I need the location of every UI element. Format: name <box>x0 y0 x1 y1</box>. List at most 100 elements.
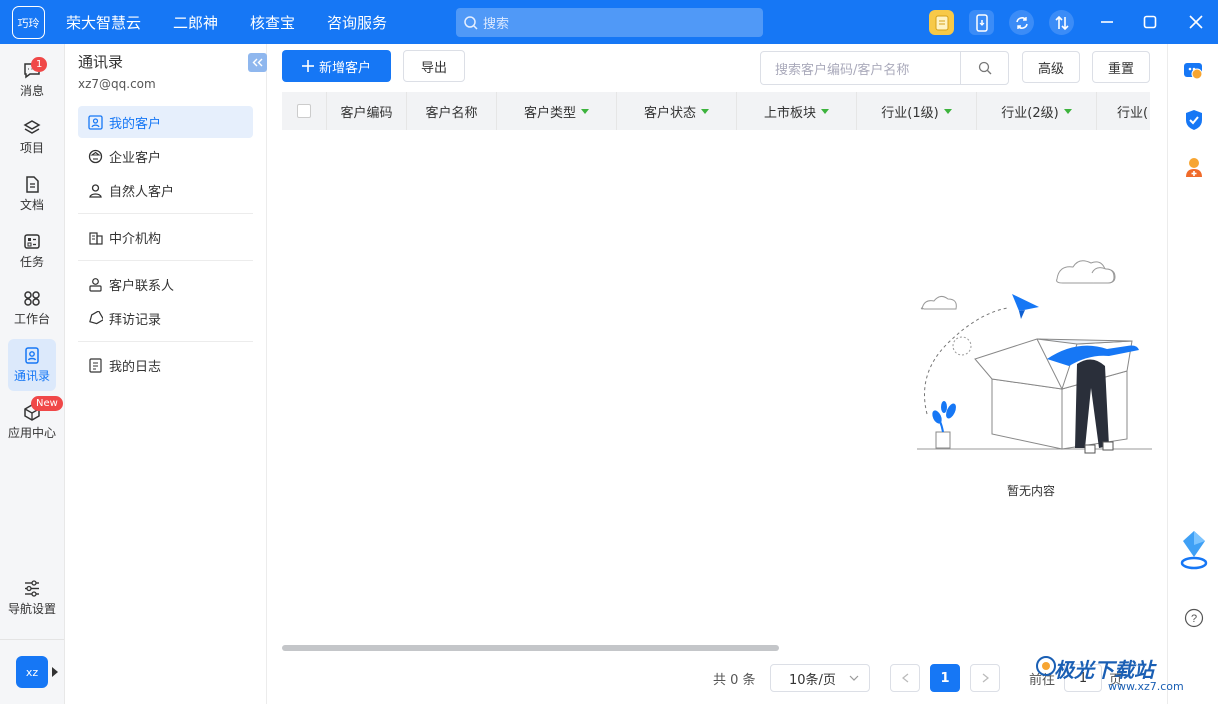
filter-caret-icon[interactable] <box>581 108 589 114</box>
help-icon[interactable]: ? <box>1182 606 1206 630</box>
top-bar: 巧玲 荣大智慧云 二郎神 核查宝 咨询服务 搜索 <box>0 0 1218 44</box>
sidebar-item-label: 中介机构 <box>109 231 162 247</box>
filter-caret-icon[interactable] <box>701 108 709 114</box>
column-header[interactable]: 客户状态 <box>617 92 737 130</box>
transfer-icon[interactable] <box>1049 10 1074 35</box>
sidebar-item-label: 我的客户 <box>109 116 162 132</box>
empty-box-illustration <box>917 260 1152 454</box>
sidebar-item-intermediary[interactable]: 中介机构 <box>78 221 253 253</box>
right-toolbar: ? <box>1167 44 1218 704</box>
prev-page-button[interactable] <box>890 664 920 692</box>
topnav-item-hechabao[interactable]: 核查宝 <box>250 12 295 33</box>
contact-person-icon <box>89 277 102 292</box>
sidebar-item-enterprise[interactable]: 企业客户 <box>78 140 253 172</box>
nav-label-settings: 导航设置 <box>7 601 56 616</box>
column-label: 客户编码 <box>340 105 393 121</box>
nav-label-app-center: 应用中心 <box>8 425 57 440</box>
ai-assistant-icon[interactable] <box>1179 529 1209 573</box>
mobile-icon[interactable] <box>969 10 994 35</box>
reset-button[interactable]: 重置 <box>1092 51 1150 83</box>
sidebar-divider <box>78 213 253 214</box>
page-size-select[interactable]: 10条/页 <box>770 664 870 692</box>
column-header[interactable]: 客户编码 <box>327 92 407 130</box>
customer-search-input[interactable]: 搜索客户编码/客户名称 <box>760 51 1009 85</box>
column-label: 行业(2级) <box>1001 105 1059 121</box>
caret-right-icon[interactable] <box>52 667 58 677</box>
column-header[interactable]: 行业(2级) <box>977 92 1097 130</box>
sidebar-item-label: 自然人客户 <box>109 184 175 200</box>
advanced-search-button[interactable]: 高级 <box>1022 51 1080 83</box>
enterprise-icon <box>88 149 103 163</box>
contacts-sidebar: 通讯录 xz7@qq.com 我的客户 企业客户 自然人客户 中介机构 客户联系… <box>66 44 267 704</box>
sidebar-item-contact-persons[interactable]: 客户联系人 <box>78 268 253 300</box>
select-all-checkbox[interactable] <box>297 104 311 118</box>
nav-item-tasks[interactable]: 任务 <box>8 225 56 277</box>
contacts-icon <box>25 346 39 364</box>
customer-search-button[interactable] <box>960 52 1008 84</box>
column-header[interactable]: 行业(1级) <box>857 92 977 130</box>
building-icon <box>89 231 103 245</box>
customer-card-icon <box>88 114 103 130</box>
sidebar-item-my-log[interactable]: 我的日志 <box>78 349 253 381</box>
notes-icon[interactable] <box>929 10 954 35</box>
global-search-input[interactable]: 搜索 <box>456 8 763 37</box>
project-icon <box>23 119 41 134</box>
topnav-item-consulting[interactable]: 咨询服务 <box>327 12 387 33</box>
nav-label-projects: 项目 <box>19 140 44 155</box>
nav-label-workbench: 工作台 <box>13 311 50 326</box>
minimize-icon[interactable] <box>1097 12 1117 32</box>
page-size-value: 10条/页 <box>789 672 836 688</box>
user-avatar[interactable]: xz <box>16 656 48 688</box>
sidebar-item-label: 拜访记录 <box>109 312 162 328</box>
left-nav: 消息 1 项目 文档 任务 工作台 通讯录 应用中心 New 导航设置 xz <box>0 44 65 704</box>
global-search-placeholder: 搜索 <box>483 17 510 32</box>
new-badge: New <box>31 396 63 411</box>
select-all-cell[interactable] <box>282 92 327 130</box>
nav-settings[interactable]: 导航设置 <box>6 572 58 624</box>
nav-item-workbench[interactable]: 工作台 <box>8 282 56 334</box>
plus-icon <box>301 60 314 72</box>
column-label: 行业( <box>1117 105 1149 121</box>
search-icon <box>464 15 478 30</box>
task-icon <box>24 233 40 249</box>
horizontal-scrollbar[interactable] <box>282 645 779 651</box>
top-nav: 荣大智慧云 二郎神 核查宝 咨询服务 <box>66 0 419 44</box>
column-header[interactable]: 客户名称 <box>407 92 497 130</box>
topnav-item-rongda[interactable]: 荣大智慧云 <box>66 12 141 33</box>
nav-label-contacts: 通讯录 <box>13 368 50 383</box>
nav-item-contacts[interactable]: 通讯录 <box>8 339 56 391</box>
person-icon <box>89 183 102 198</box>
user-add-icon[interactable] <box>1182 156 1206 180</box>
column-header[interactable]: 行业( <box>1097 92 1150 130</box>
next-page-button[interactable] <box>970 664 1000 692</box>
close-icon[interactable] <box>1186 12 1206 32</box>
topnav-item-erlangshen[interactable]: 二郎神 <box>173 12 218 33</box>
maximize-icon[interactable] <box>1140 12 1160 32</box>
page-number-current[interactable]: 1 <box>930 664 960 692</box>
export-button[interactable]: 导出 <box>403 50 465 82</box>
sidebar-item-label: 企业客户 <box>109 150 162 166</box>
chat-icon[interactable] <box>1182 60 1206 84</box>
total-count: 共 0 条 <box>713 672 756 688</box>
nav-label-tasks: 任务 <box>19 254 44 269</box>
column-header[interactable]: 上市板块 <box>737 92 857 130</box>
shield-check-icon[interactable] <box>1182 108 1206 132</box>
column-label: 上市板块 <box>763 105 816 121</box>
nav-item-projects[interactable]: 项目 <box>8 111 56 163</box>
filter-caret-icon[interactable] <box>821 108 829 114</box>
filter-caret-icon[interactable] <box>943 108 952 114</box>
chevron-left-icon <box>901 673 908 683</box>
main-content: 新增客户 导出 搜索客户编码/客户名称 高级 重置 客户编码 客户名称 客户类型… <box>267 44 1166 704</box>
sidebar-item-visit-records[interactable]: 拜访记录 <box>78 302 253 334</box>
sidebar-email: xz7@qq.com <box>78 77 156 91</box>
nav-item-documents[interactable]: 文档 <box>8 168 56 220</box>
column-header[interactable]: 客户类型 <box>497 92 617 130</box>
add-customer-button[interactable]: 新增客户 <box>282 50 391 82</box>
app-logo[interactable]: 巧玲 <box>12 6 45 39</box>
sync-icon[interactable] <box>1009 10 1034 35</box>
collapse-sidebar-button[interactable] <box>248 53 267 72</box>
sidebar-item-my-customers[interactable]: 我的客户 <box>78 106 253 138</box>
sidebar-item-individual[interactable]: 自然人客户 <box>78 174 253 206</box>
filter-caret-icon[interactable] <box>1063 108 1072 114</box>
double-chevron-left-icon <box>252 58 263 67</box>
